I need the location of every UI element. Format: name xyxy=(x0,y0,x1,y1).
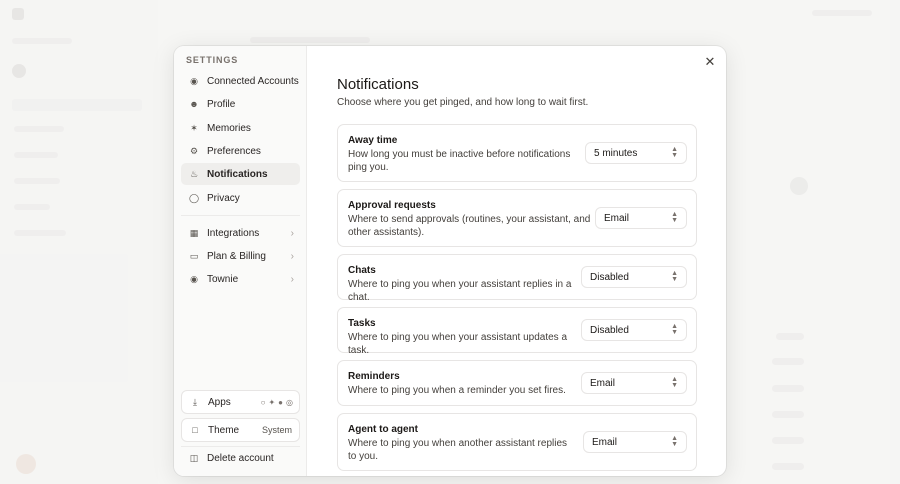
chevron-right-icon: › xyxy=(290,250,294,262)
setting-description: Where to ping you when your assistant up… xyxy=(348,332,568,356)
away-time-select[interactable]: 5 minutes ▲ ▼ xyxy=(585,142,687,164)
settings-content: ✕ Notifications Choose where you get pin… xyxy=(307,46,726,476)
close-button[interactable]: ✕ xyxy=(702,54,718,70)
chevron-updown-icon: ▲ ▼ xyxy=(671,323,678,336)
theme-selector[interactable]: □ Theme System xyxy=(181,418,300,442)
nav-item-notifications[interactable]: ♨ Notifications xyxy=(181,163,300,185)
setting-description: Where to ping you when your assistant re… xyxy=(348,279,572,303)
setting-row-agent-to-agent: Agent to agent Where to ping you when an… xyxy=(337,413,697,471)
chevron-updown-icon: ▲ ▼ xyxy=(671,146,678,159)
chevron-right-icon: › xyxy=(290,227,294,239)
nav-item-label: Profile xyxy=(207,98,236,110)
theme-label: Theme xyxy=(208,424,240,436)
settings-nav: SETTINGS ◉ Connected Accounts ☻ Profile … xyxy=(174,46,307,476)
settings-modal: SETTINGS ◉ Connected Accounts ☻ Profile … xyxy=(174,46,726,476)
approval-requests-select[interactable]: Email ▲ ▼ xyxy=(595,207,687,229)
setting-row-approval-requests: Approval requests Where to send approval… xyxy=(337,189,697,247)
setting-title: Approval requests xyxy=(348,200,436,211)
apple-icon: ○ xyxy=(260,397,266,407)
setting-description: Where to send approvals (routines, your … xyxy=(348,214,591,238)
select-value: Email xyxy=(604,212,630,224)
agent-to-agent-select[interactable]: Email ▲ ▼ xyxy=(583,431,687,453)
nav-item-profile[interactable]: ☻ Profile xyxy=(181,93,300,115)
setting-description: How long you must be inactive before not… xyxy=(348,149,571,173)
select-value: Disabled xyxy=(590,324,629,336)
delete-account-button[interactable]: ◫ Delete account xyxy=(181,447,300,469)
close-icon: ✕ xyxy=(704,54,716,69)
setting-title: Away time xyxy=(348,135,398,146)
select-value: Email xyxy=(590,377,616,389)
nav-item-label: Connected Accounts xyxy=(207,75,299,87)
select-value: Disabled xyxy=(590,271,629,283)
nav-divider xyxy=(181,215,300,216)
setting-row-tasks: Tasks Where to ping you when your assist… xyxy=(337,307,697,356)
card-icon: ▭ xyxy=(189,250,199,261)
setting-title: Reminders xyxy=(348,371,400,382)
setting-row-away-time: Away time How long you must be inactive … xyxy=(337,124,697,182)
gear-icon: ⚙ xyxy=(189,145,199,156)
delete-account-label: Delete account xyxy=(207,452,274,464)
chats-select[interactable]: Disabled ▲ ▼ xyxy=(581,266,687,288)
grid-icon: ▦ xyxy=(189,227,199,238)
download-icon: ⤓ xyxy=(193,396,197,407)
whatsapp-icon: ◎ xyxy=(286,397,293,407)
nav-item-preferences[interactable]: ⚙ Preferences xyxy=(181,140,300,162)
nav-item-townie[interactable]: ◉ Townie › xyxy=(181,268,300,290)
nav-item-integrations[interactable]: ▦ Integrations › xyxy=(181,222,300,244)
sparkle-icon: ✶ xyxy=(190,122,198,133)
apps-label: Apps xyxy=(208,396,231,408)
nav-item-connected-accounts[interactable]: ◉ Connected Accounts xyxy=(181,70,300,92)
setting-title: Agent to agent xyxy=(348,424,418,435)
nav-item-label: Notifications xyxy=(207,168,268,180)
chevron-updown-icon: ▲ ▼ xyxy=(671,435,678,448)
select-value: 5 minutes xyxy=(594,147,638,159)
page-subtitle: Choose where you get pinged, and how lon… xyxy=(337,97,589,108)
globe-icon: ◉ xyxy=(190,75,198,86)
monitor-icon: □ xyxy=(192,425,198,435)
nav-item-label: Memories xyxy=(207,122,251,134)
page-title: Notifications xyxy=(337,76,419,93)
bell-icon: ♨ xyxy=(189,168,199,179)
setting-title: Chats xyxy=(348,265,376,276)
settings-heading: SETTINGS xyxy=(186,55,239,65)
setting-row-chats: Chats Where to ping you when your assist… xyxy=(337,254,697,303)
nav-item-label: Plan & Billing xyxy=(207,250,266,262)
nav-item-label: Privacy xyxy=(207,192,240,204)
nav-item-label: Preferences xyxy=(207,145,261,157)
trash-icon: ◫ xyxy=(189,452,199,463)
chevron-updown-icon: ▲ ▼ xyxy=(671,211,678,224)
nav-item-privacy[interactable]: ◯ Privacy xyxy=(181,187,300,209)
theme-value: System xyxy=(261,425,292,435)
app-platform-icons: ○ ✦ ● ◎ xyxy=(261,398,293,407)
chevron-updown-icon: ▲ ▼ xyxy=(671,270,678,283)
apps-button[interactable]: ⤓ Apps ○ ✦ ● ◎ xyxy=(181,390,300,414)
setting-title: Tasks xyxy=(348,318,376,329)
townie-icon: ◉ xyxy=(190,273,198,284)
nav-item-memories[interactable]: ✶ Memories xyxy=(181,117,300,139)
select-value: Email xyxy=(592,436,618,448)
nav-item-label: Integrations xyxy=(207,227,260,239)
setting-description: Where to ping you when another assistant… xyxy=(348,438,568,462)
chevron-right-icon: › xyxy=(290,273,294,285)
telegram-icon: ● xyxy=(278,397,284,407)
chevron-updown-icon: ▲ ▼ xyxy=(671,376,678,389)
nav-item-label: Townie xyxy=(207,273,239,285)
slack-icon: ✦ xyxy=(268,397,276,407)
setting-row-reminders: Reminders Where to ping you when a remin… xyxy=(337,360,697,406)
shield-icon: ◯ xyxy=(188,192,200,203)
setting-description: Where to ping you when a reminder you se… xyxy=(348,385,566,396)
nav-item-plan-billing[interactable]: ▭ Plan & Billing › xyxy=(181,245,300,267)
reminders-select[interactable]: Email ▲ ▼ xyxy=(581,372,687,394)
user-icon: ☻ xyxy=(189,99,199,109)
tasks-select[interactable]: Disabled ▲ ▼ xyxy=(581,319,687,341)
